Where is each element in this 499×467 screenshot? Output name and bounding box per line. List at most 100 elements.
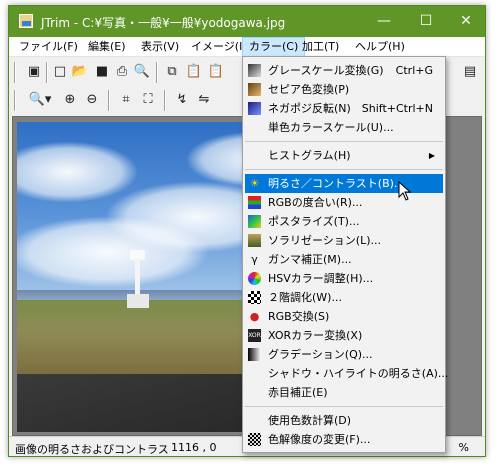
menu-view[interactable]: 表示(V)	[135, 37, 185, 57]
menu-help[interactable]: ヘルプ(H)	[349, 37, 411, 57]
menu-item-label: RGBの度合い(R)...	[268, 196, 363, 209]
menu-item-rgb-swap[interactable]: ● RGB交換(S)	[245, 307, 443, 326]
trim-icon[interactable]: ⛶	[138, 90, 158, 110]
menu-item-label: 単色カラースケール(U)...	[268, 121, 394, 134]
paste-new-icon[interactable]: 📋	[206, 62, 226, 82]
crop-icon[interactable]: ⌗	[116, 90, 136, 110]
menu-item-label: シャドウ・ハイライトの明るさ(A)...	[268, 367, 449, 380]
app-icon[interactable]	[19, 14, 33, 28]
menu-item-label: ポスタライズ(T)...	[268, 215, 360, 228]
grayscale-icon	[248, 64, 261, 77]
menu-item-label: ２階調化(W)...	[268, 291, 342, 304]
menu-item-label: RGB交換(S)	[268, 310, 330, 323]
solarize-icon	[248, 234, 261, 247]
menu-item-gradation[interactable]: グラデーション(Q)...	[245, 345, 443, 364]
menu-item-sepia[interactable]: セピア色変換(P)	[245, 80, 443, 99]
status-message: 画像の明るさおよびコントラストを	[15, 443, 170, 456]
menu-item-label: ガンマ補正(M)...	[268, 253, 352, 266]
menu-item-two-tone[interactable]: ２階調化(W)...	[245, 288, 443, 307]
menu-separator	[245, 406, 443, 407]
toolbar-grip	[14, 90, 16, 111]
rotate-icon[interactable]: ↯	[172, 90, 192, 110]
new-file-icon[interactable]: □	[50, 62, 70, 82]
color-depth-icon	[248, 433, 261, 446]
menu-bar: ファイル(F) 編集(E) 表示(V) イメージ(I) カラー(C) 加工(T)…	[9, 37, 485, 57]
window-title: JTrim - C:¥写真・一般¥一般¥yodogawa.jpg	[41, 16, 286, 30]
gamma-icon: γ	[251, 253, 258, 266]
xor-icon: XOR	[248, 329, 261, 342]
menu-item-label: 赤目補正(E)	[268, 386, 328, 399]
close-button[interactable]: ✕	[446, 6, 485, 37]
menu-item-hsv[interactable]: HSVカラー調整(H)...	[245, 269, 443, 288]
paste-icon[interactable]: 📋	[184, 62, 204, 82]
toolbar-separator	[164, 90, 166, 111]
maximize-button[interactable]: ☐	[406, 6, 446, 37]
gradation-icon	[248, 348, 261, 361]
menu-item-mono-color-scale[interactable]: 単色カラースケール(U)...	[245, 118, 443, 137]
rgb-swap-icon: ●	[249, 310, 260, 323]
film-strip-icon[interactable]: ▤	[460, 62, 480, 82]
new-window-icon[interactable]: ▣	[24, 62, 44, 82]
brightness-icon: ☀	[249, 177, 260, 190]
toolbar-separator	[46, 62, 48, 83]
zoom-dropdown-icon[interactable]: 🔍▾	[26, 90, 54, 110]
open-folder-icon[interactable]: 📂	[70, 62, 90, 82]
mouse-cursor-icon	[398, 181, 412, 201]
menu-item-label: 色解像度の変更(F)...	[268, 433, 371, 446]
menu-item-shadow-highlight[interactable]: シャドウ・ハイライトの明るさ(A)...	[245, 364, 448, 383]
hsv-icon	[248, 272, 261, 285]
menu-item-negative[interactable]: ネガポジ反転(N) Shift+Ctrl+N	[245, 99, 443, 118]
menu-item-label: ソラリゼーション(L)...	[268, 234, 381, 247]
flip-icon[interactable]: ⇋	[194, 90, 214, 110]
sepia-icon	[248, 83, 261, 96]
menu-item-label: 使用色数計算(D)	[268, 414, 352, 427]
zoom-in-icon[interactable]: ⊕	[60, 90, 80, 110]
copy-icon[interactable]: ⧉	[162, 62, 182, 82]
negative-icon	[248, 102, 261, 115]
menu-item-shortcut: Ctrl+G	[395, 64, 433, 77]
status-zoom: %	[458, 441, 469, 454]
menu-item-label: グラデーション(Q)...	[268, 348, 373, 361]
menu-item-rgb-degree[interactable]: RGBの度合い(R)...	[245, 193, 443, 212]
minimize-button[interactable]: —	[364, 6, 404, 37]
zoom-out-icon[interactable]: ⊖	[82, 90, 102, 110]
menu-item-shortcut: Shift+Ctrl+N	[361, 102, 433, 115]
menu-separator	[245, 169, 443, 170]
menu-item-label: グレースケール変換(G)	[268, 64, 384, 77]
toolbar-grip	[14, 62, 16, 83]
menu-item-posterize[interactable]: ポスタライズ(T)...	[245, 212, 443, 231]
print-preview-icon[interactable]: 🔍	[132, 62, 152, 82]
submenu-arrow-icon: ▶	[428, 151, 435, 160]
menu-item-label: HSVカラー調整(H)...	[268, 272, 374, 285]
tower-base	[127, 294, 149, 308]
menu-item-red-eye[interactable]: 赤目補正(E)	[245, 383, 443, 402]
toolbar-separator	[108, 90, 110, 111]
menu-item-color-depth[interactable]: 色解像度の変更(F)...	[245, 430, 443, 449]
print-icon[interactable]: ⎙	[112, 62, 132, 82]
menu-item-histogram[interactable]: ヒストグラム(H) ▶	[245, 146, 443, 165]
title-bar[interactable]: JTrim - C:¥写真・一般¥一般¥yodogawa.jpg — ☐ ✕	[9, 6, 485, 37]
toolbar-separator	[156, 62, 158, 83]
menu-item-count-colors[interactable]: 使用色数計算(D)	[245, 411, 443, 430]
menu-edit[interactable]: 編集(E)	[82, 37, 132, 57]
menu-file[interactable]: ファイル(F)	[13, 37, 84, 57]
menu-item-label: ネガポジ反転(N)	[268, 102, 351, 115]
posterize-icon	[248, 215, 261, 228]
cloud	[17, 217, 207, 287]
menu-item-label: セピア色変換(P)	[268, 83, 350, 96]
menu-separator	[245, 141, 443, 142]
two-tone-icon	[248, 291, 261, 304]
rgb-degree-icon	[248, 196, 261, 209]
menu-item-xor[interactable]: XOR XORカラー変換(X)	[245, 326, 443, 345]
menu-item-grayscale[interactable]: グレースケール変換(G) Ctrl+G	[245, 61, 443, 80]
menu-item-brightness-contrast[interactable]: ☀ 明るさ／コントラスト(B)...	[245, 174, 443, 193]
menu-item-label: XORカラー変換(X)	[268, 329, 363, 342]
color-menu-dropdown: グレースケール変換(G) Ctrl+G セピア色変換(P) ネガポジ反転(N) …	[242, 56, 448, 453]
menu-item-label: 明るさ／コントラスト(B)...	[268, 177, 405, 190]
menu-item-gamma[interactable]: γ ガンマ補正(M)...	[245, 250, 443, 269]
menu-item-solarization[interactable]: ソラリゼーション(L)...	[245, 231, 443, 250]
status-coordinates: 1116 , 0	[171, 441, 217, 454]
save-icon[interactable]: ■	[92, 62, 112, 82]
menu-process[interactable]: 加工(T)	[296, 37, 345, 57]
menu-item-label: ヒストグラム(H)	[268, 149, 351, 162]
